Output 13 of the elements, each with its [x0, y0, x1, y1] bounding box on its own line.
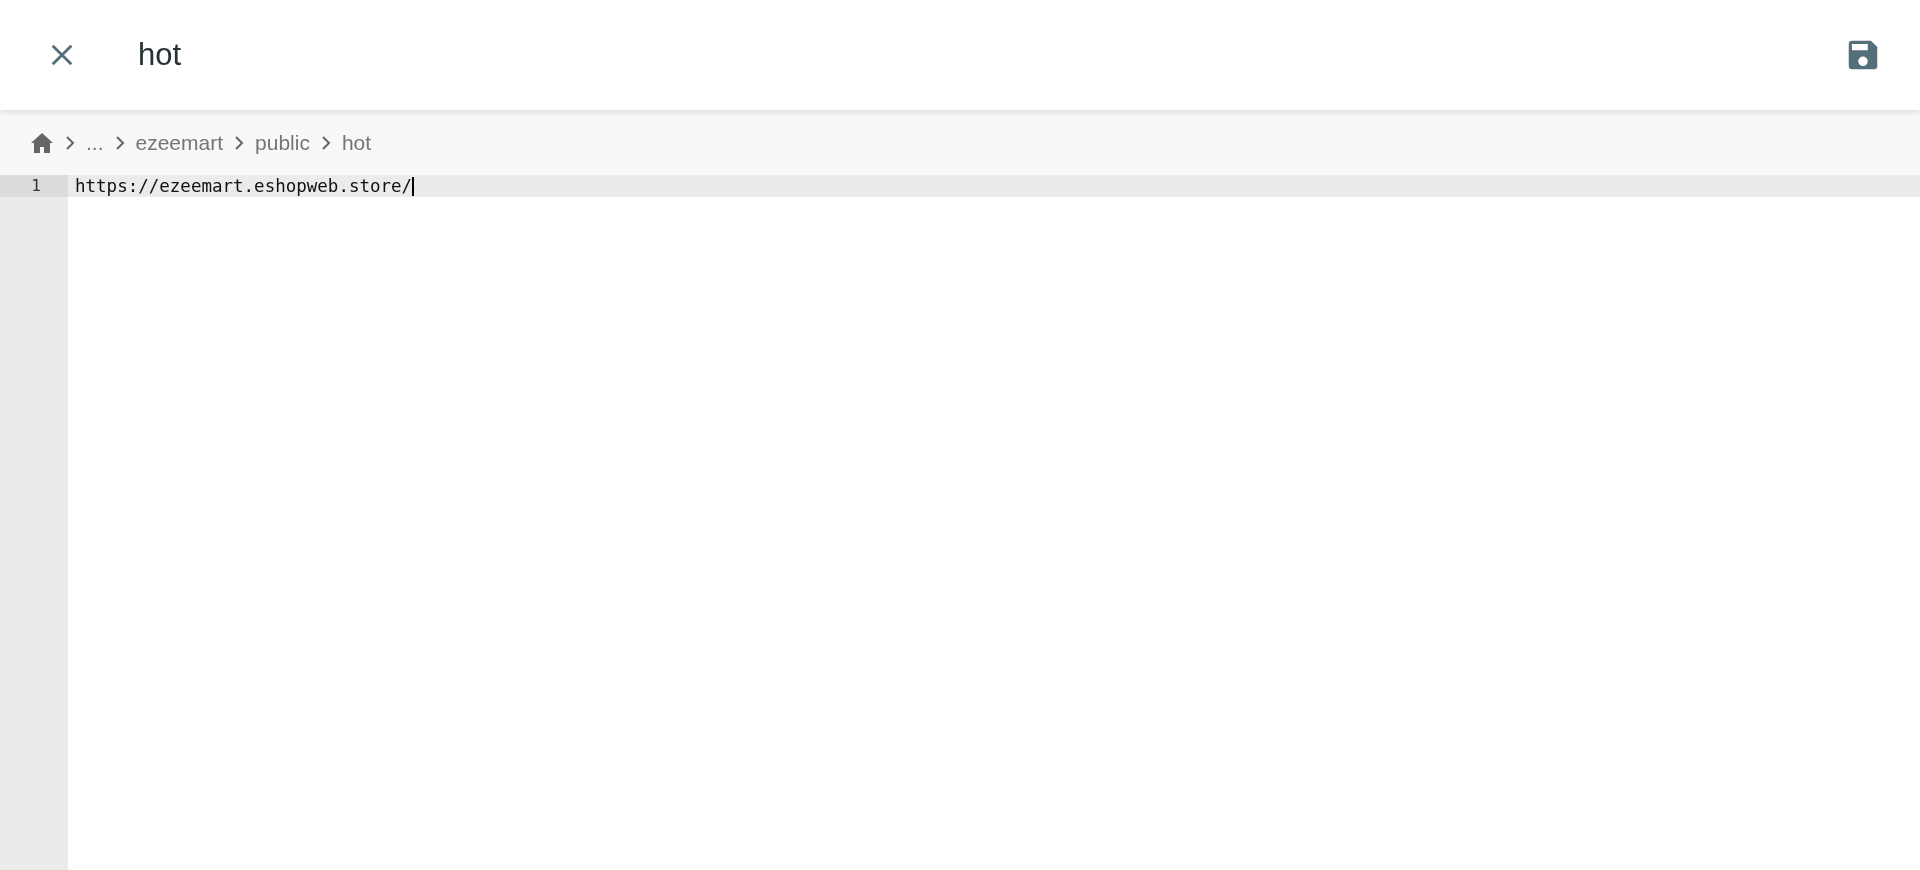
file-title: hot	[138, 37, 183, 73]
chevron-icon	[319, 134, 332, 151]
home-icon[interactable]	[30, 131, 54, 154]
line-number: 1	[0, 175, 68, 197]
breadcrumb-link[interactable]: ezeemart	[135, 130, 224, 155]
text-cursor	[412, 176, 415, 196]
chevron-icon	[64, 134, 76, 151]
chevron-icon	[113, 134, 126, 151]
breadcrumb-link[interactable]: ...	[86, 130, 104, 155]
code-text: https://ezeemart.eshopweb.store/	[75, 176, 413, 196]
breadcrumb-link[interactable]: public	[255, 130, 310, 155]
chevron-icon	[233, 134, 246, 151]
breadcrumb-link[interactable]: hot	[341, 130, 372, 155]
